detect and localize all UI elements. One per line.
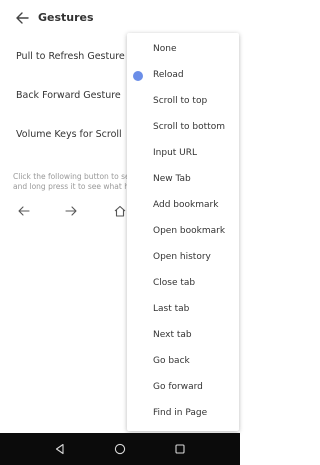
menu-item-label: Next tab <box>153 330 192 340</box>
menu-item-label: New Tab <box>153 174 191 184</box>
arrow-left-icon[interactable] <box>17 204 31 218</box>
menu-item-label: None <box>153 44 177 54</box>
menu-item-find-in-page[interactable]: Find in Page <box>127 400 239 426</box>
menu-item-input-url[interactable]: Input URL <box>127 140 239 166</box>
home-icon[interactable] <box>113 204 127 218</box>
menu-item-label: Scroll to bottom <box>153 122 225 132</box>
system-navigation-bar <box>0 433 240 465</box>
menu-item-open-bookmark[interactable]: Open bookmark <box>127 218 239 244</box>
menu-item-label: Go back <box>153 356 190 366</box>
menu-item-label: Input URL <box>153 148 198 158</box>
menu-item-label: Add bookmark <box>153 200 219 210</box>
menu-item-label: Find in Page <box>153 408 208 418</box>
menu-item-close-tab[interactable]: Close tab <box>127 270 239 296</box>
menu-item-label: Close tab <box>153 278 196 288</box>
hint-line-2: and long press it to see what ha <box>13 182 131 191</box>
menu-item-label: Open bookmark <box>153 226 226 236</box>
menu-item-next-tab[interactable]: Next tab <box>127 322 239 348</box>
menu-item-label: Last tab <box>153 304 190 314</box>
menu-item-label: Reload <box>153 70 184 80</box>
menu-item-go-forward[interactable]: Go forward <box>127 374 239 400</box>
menu-item-go-back[interactable]: Go back <box>127 348 239 374</box>
home-circle-icon[interactable] <box>113 442 127 456</box>
gesture-action-menu: None Reload Scroll to top Scroll to bott… <box>127 33 239 431</box>
setting-pull-to-refresh[interactable]: Pull to Refresh Gesture <box>16 51 125 62</box>
back-triangle-icon[interactable] <box>53 442 67 456</box>
menu-item-scroll-to-top[interactable]: Scroll to top <box>127 88 239 114</box>
hint-text: Click the following button to set and lo… <box>13 172 131 192</box>
menu-item-add-bookmark[interactable]: Add bookmark <box>127 192 239 218</box>
menu-item-new-tab[interactable]: New Tab <box>127 166 239 192</box>
menu-item-label: Open history <box>153 252 211 262</box>
recents-square-icon[interactable] <box>173 442 187 456</box>
menu-item-reload[interactable]: Reload <box>127 62 239 88</box>
menu-item-label: Go forward <box>153 382 203 392</box>
menu-item-open-history[interactable]: Open history <box>127 244 239 270</box>
menu-item-last-tab[interactable]: Last tab <box>127 296 239 322</box>
arrow-right-icon[interactable] <box>64 204 78 218</box>
back-arrow-icon[interactable] <box>14 10 30 26</box>
menu-item-none[interactable]: None <box>127 36 239 62</box>
app-bar: Gestures <box>0 0 240 36</box>
hint-line-1: Click the following button to set <box>13 172 131 181</box>
menu-item-label: Scroll to top <box>153 96 208 106</box>
setting-volume-keys-scroll[interactable]: Volume Keys for Scroll <box>16 129 122 140</box>
menu-item-scroll-to-bottom[interactable]: Scroll to bottom <box>127 114 239 140</box>
page-title: Gestures <box>38 11 94 24</box>
setting-back-forward-gesture[interactable]: Back Forward Gesture <box>16 90 121 101</box>
radio-selected-icon <box>133 71 143 81</box>
